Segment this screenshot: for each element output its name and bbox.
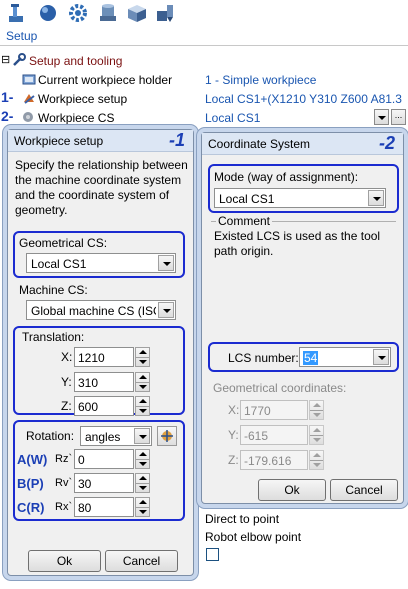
workpiece-setup-dialog: Workpiece setup -1 Specify the relations…	[7, 129, 194, 576]
bp-label: B(P)	[17, 476, 44, 491]
cs-dropdown-button[interactable]	[374, 109, 389, 125]
select-value: Local CS1	[31, 257, 87, 271]
tree-row-workpiece-setup[interactable]: Workpiece setup Local CS1+(X1210 Y310 Z6…	[0, 90, 408, 108]
cs-icon	[22, 111, 34, 126]
cube-icon[interactable]	[126, 2, 146, 24]
chevron-down-icon[interactable]	[373, 349, 389, 365]
z-label: Z:	[228, 453, 239, 467]
chevron-down-icon[interactable]	[158, 255, 174, 271]
tree-value: Local CS1	[205, 111, 261, 125]
ok-button[interactable]: Ok	[258, 479, 326, 501]
rotation-mode-select[interactable]: angles	[80, 426, 152, 446]
cr-axis-label: Rx`	[55, 501, 73, 513]
spinner-buttons[interactable]	[135, 347, 150, 367]
workpiece-tool-icon[interactable]	[155, 2, 175, 24]
mode-select[interactable]: Local CS1	[214, 188, 386, 208]
setup-machine-icon[interactable]	[6, 2, 26, 24]
select-value: Global machine CS (ISO	[31, 304, 156, 318]
spinner-buttons[interactable]	[135, 372, 150, 392]
gear-icon[interactable]	[68, 2, 88, 24]
geometrical-cs-select[interactable]: Local CS1	[26, 253, 176, 273]
cs-more-button[interactable]: ...	[391, 109, 406, 125]
sphere-icon[interactable]	[38, 2, 58, 24]
tab-divider	[0, 45, 408, 46]
aw-axis-label: Rz`	[55, 453, 73, 465]
holder-icon	[22, 72, 36, 89]
machine-cs-select[interactable]: Global machine CS (ISO	[26, 300, 176, 320]
field-value: 30	[78, 477, 92, 491]
collapse-icon[interactable]: ⊟	[1, 53, 10, 66]
chevron-down-icon[interactable]	[368, 190, 384, 206]
cancel-button[interactable]: Cancel	[105, 550, 178, 572]
spinner-buttons[interactable]	[135, 473, 150, 493]
dialog-number: -2	[378, 133, 395, 153]
select-value: 54	[303, 351, 319, 365]
cancel-button[interactable]: Cancel	[330, 479, 398, 501]
geometrical-coordinates-label: Geometrical coordinates:	[213, 381, 347, 395]
spinner-buttons[interactable]	[309, 450, 324, 470]
field-value: 600	[78, 400, 99, 414]
dialog-number: -1	[168, 130, 185, 150]
field-value: 0	[78, 453, 85, 467]
direct-to-point-label: Direct to point	[205, 512, 280, 526]
lcs-number-label: LCS number:	[228, 351, 299, 365]
dialog-title-bar: Workpiece setup -1	[8, 130, 193, 152]
axis-picker-icon	[161, 430, 173, 442]
comment-label: Comment	[216, 214, 273, 228]
ok-button[interactable]: Ok	[28, 550, 101, 572]
tree-label: Current workpiece holder	[38, 73, 173, 87]
field-value: 80	[78, 501, 92, 515]
x-label: X:	[61, 350, 73, 364]
translation-label: Translation:	[22, 330, 85, 344]
machine-cs-label: Machine CS:	[19, 283, 88, 297]
field-value: 1770	[244, 404, 271, 418]
mode-label: Mode (way of assignment):	[214, 170, 359, 184]
rotation-label: Rotation:	[26, 429, 75, 443]
tree-value: 1 - Simple workpiece	[205, 73, 317, 87]
tree-row-setup-and-tooling[interactable]: ⊟ Setup and tooling	[0, 52, 408, 70]
dialog-title: Coordinate System	[208, 137, 311, 151]
tree-row-workpiece-cs[interactable]: Workpiece CS Local CS1 ...	[0, 109, 408, 127]
tree-label: Workpiece CS	[38, 111, 115, 125]
y-label: Y:	[61, 375, 72, 389]
tree-label: Setup and tooling	[29, 54, 123, 68]
z-label: Z:	[61, 399, 72, 413]
spinner-buttons[interactable]	[309, 400, 324, 420]
description-text: Specify the relationship between the mac…	[15, 158, 188, 217]
workpiece-setup-icon	[22, 91, 36, 108]
tree-label: Workpiece setup	[38, 92, 128, 106]
x-label: X:	[228, 403, 240, 417]
tree-value: Local CS1+(X1210 Y310 Z600 A81.3	[205, 92, 402, 106]
aw-label: A(W)	[17, 452, 48, 467]
dialog-title: Workpiece setup	[14, 134, 104, 148]
lcs-number-select[interactable]: 54	[299, 347, 391, 367]
cr-label: C(R)	[17, 500, 45, 515]
chevron-down-icon	[378, 116, 386, 120]
spinner-buttons[interactable]	[135, 396, 150, 416]
comment-text: Existed LCS is used as the tool path ori…	[214, 229, 381, 258]
geometrical-cs-label: Geometrical CS:	[19, 236, 108, 250]
rotation-picker-button[interactable]	[157, 426, 177, 446]
field-value: -179.616	[244, 454, 292, 468]
tree-row-current-workpiece-holder[interactable]: Current workpiece holder 1 - Simple work…	[0, 71, 408, 89]
tab-setup[interactable]: Setup	[6, 29, 37, 43]
cylinder-stack-icon[interactable]	[98, 2, 118, 24]
robot-elbow-point-checkbox[interactable]	[206, 548, 219, 561]
chevron-down-icon[interactable]	[158, 302, 174, 318]
field-value: 310	[78, 376, 99, 390]
y-label: Y:	[228, 428, 239, 442]
robot-elbow-point-label: Robot elbow point	[205, 530, 302, 544]
spinner-buttons[interactable]	[135, 497, 150, 517]
field-value: -615	[244, 429, 269, 443]
spinner-buttons[interactable]	[135, 449, 150, 469]
select-value: Local CS1	[219, 192, 275, 206]
dialog-title-bar: Coordinate System -2	[202, 133, 403, 155]
bp-axis-label: Rv`	[55, 477, 73, 489]
spinner-buttons[interactable]	[309, 425, 324, 445]
select-value: angles	[85, 430, 121, 444]
chevron-down-icon[interactable]	[134, 428, 150, 444]
field-value: 1210	[78, 351, 105, 365]
coordinate-system-dialog: Coordinate System -2 Mode (way of assign…	[201, 132, 404, 504]
wrench-icon	[12, 53, 26, 70]
